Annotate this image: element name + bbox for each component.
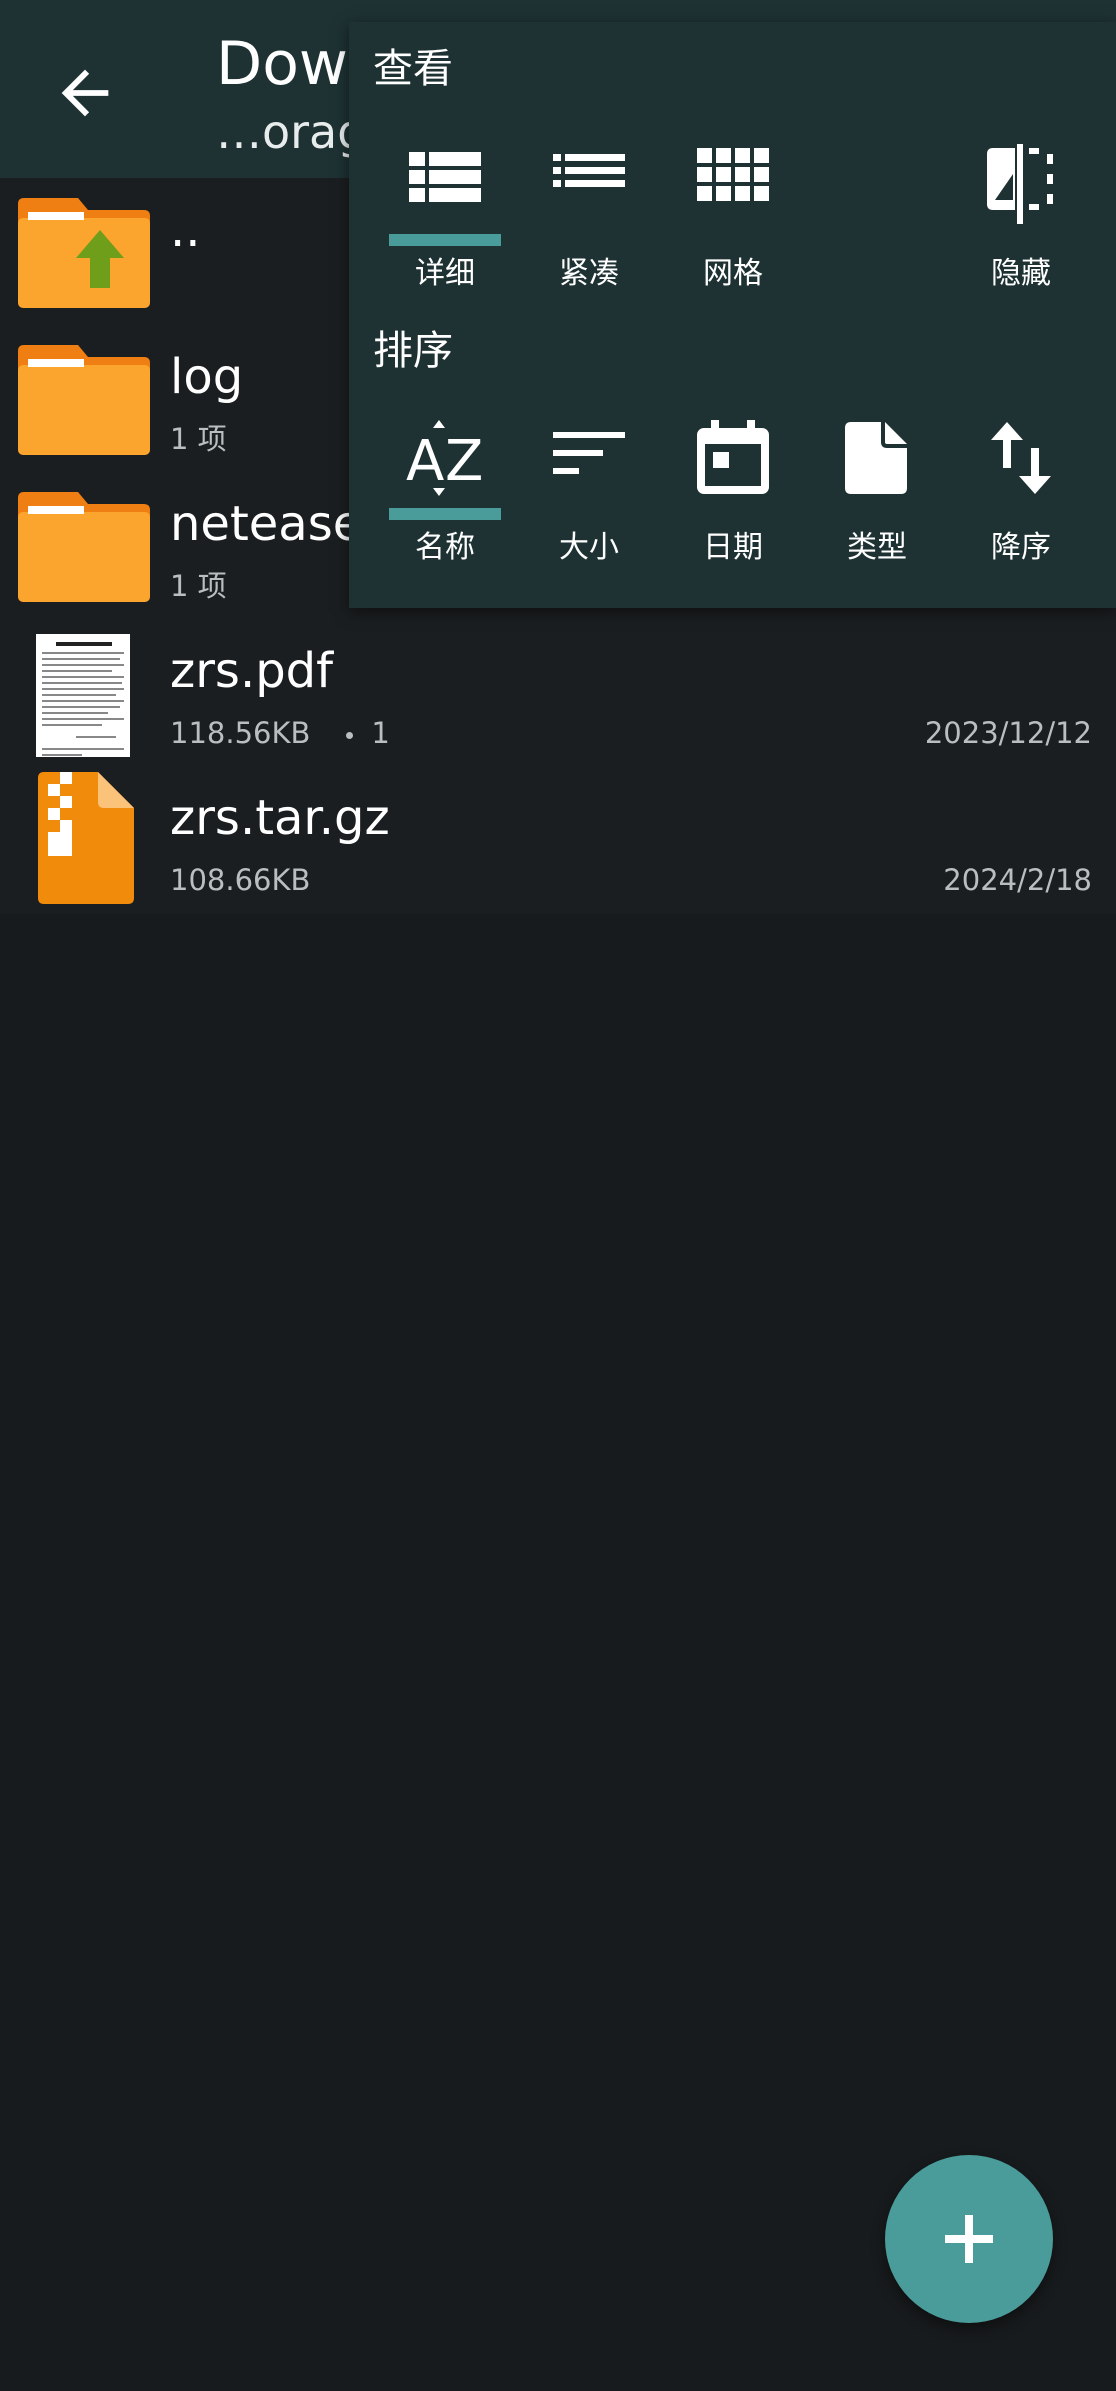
folder-up-icon [18,198,150,308]
option-label: 大小 [559,530,619,565]
file-size: 108.66KB [170,863,311,897]
option-label: 网格 [703,256,763,291]
selected-indicator [389,234,501,246]
sort-option-date[interactable]: 日期 [673,418,793,578]
file-name: zrs.tar.gz [170,790,390,846]
file-date: 2023/12/12 [924,716,1092,750]
sort-option-size[interactable]: 大小 [529,418,649,578]
option-label: 详细 [415,256,475,291]
view-sort-popup: 查看 详细 紧凑 网格 隐藏 排序 A Z 名称 大小 日期 类型 降序 [349,22,1116,608]
option-label: 日期 [703,530,763,565]
view-option-grid[interactable]: 网格 [673,144,793,304]
list-item-archive[interactable]: zrs.tar.gz 108.66KB 2024/2/18 [0,766,1116,913]
selected-indicator [389,508,501,520]
folder-path: …orag [216,105,367,159]
option-label: 名称 [415,530,475,565]
grid-icon [697,148,769,201]
calendar-icon [697,420,769,494]
svg-text:Z: Z [445,429,483,494]
sort-az-icon: A Z [406,420,483,496]
sort-order-icon [991,422,1051,494]
item-count: 1 项 [170,569,227,603]
hidden-toggle-icon [987,144,1053,224]
sort-option-name[interactable]: A Z 名称 [385,418,505,578]
folder-icon [18,345,150,455]
option-label: 类型 [847,530,907,565]
add-button[interactable] [885,2155,1053,2323]
list-detail-icon [409,152,481,202]
view-option-hidden[interactable]: 隐藏 [961,144,1081,304]
folder-title: Dow [216,29,348,99]
folder-icon [18,492,150,602]
view-option-compact[interactable]: 紧凑 [529,144,649,304]
file-name: log [170,349,244,405]
file-name: zrs.pdf [170,643,334,699]
page-count: 1 [371,716,390,750]
sort-option-order[interactable]: 降序 [961,418,1081,578]
plus-icon [945,2215,993,2263]
option-label: 紧凑 [559,256,619,291]
view-option-detail[interactable]: 详细 [385,144,505,304]
pdf-thumbnail [36,634,130,757]
option-label: 降序 [991,530,1051,565]
file-type-icon [845,422,907,494]
file-size: 118.56KB [170,716,311,750]
sort-section-title: 排序 [373,328,453,374]
sort-option-type[interactable]: 类型 [817,418,937,578]
file-meta: 118.56KB 1 [170,715,390,751]
archive-icon [38,772,134,904]
back-arrow-icon[interactable] [50,58,120,128]
svg-text:A: A [406,429,444,494]
view-section-title: 查看 [373,46,453,92]
option-label: 隐藏 [991,256,1051,291]
file-name: netease [170,496,363,552]
separator-dot [346,731,354,739]
file-name: .. [170,202,201,258]
sort-size-icon [553,432,625,474]
item-count: 1 项 [170,422,227,456]
file-date: 2024/2/18 [943,863,1092,897]
list-compact-icon [553,154,625,187]
list-item-pdf[interactable]: zrs.pdf 118.56KB 1 2023/12/12 [0,619,1116,766]
